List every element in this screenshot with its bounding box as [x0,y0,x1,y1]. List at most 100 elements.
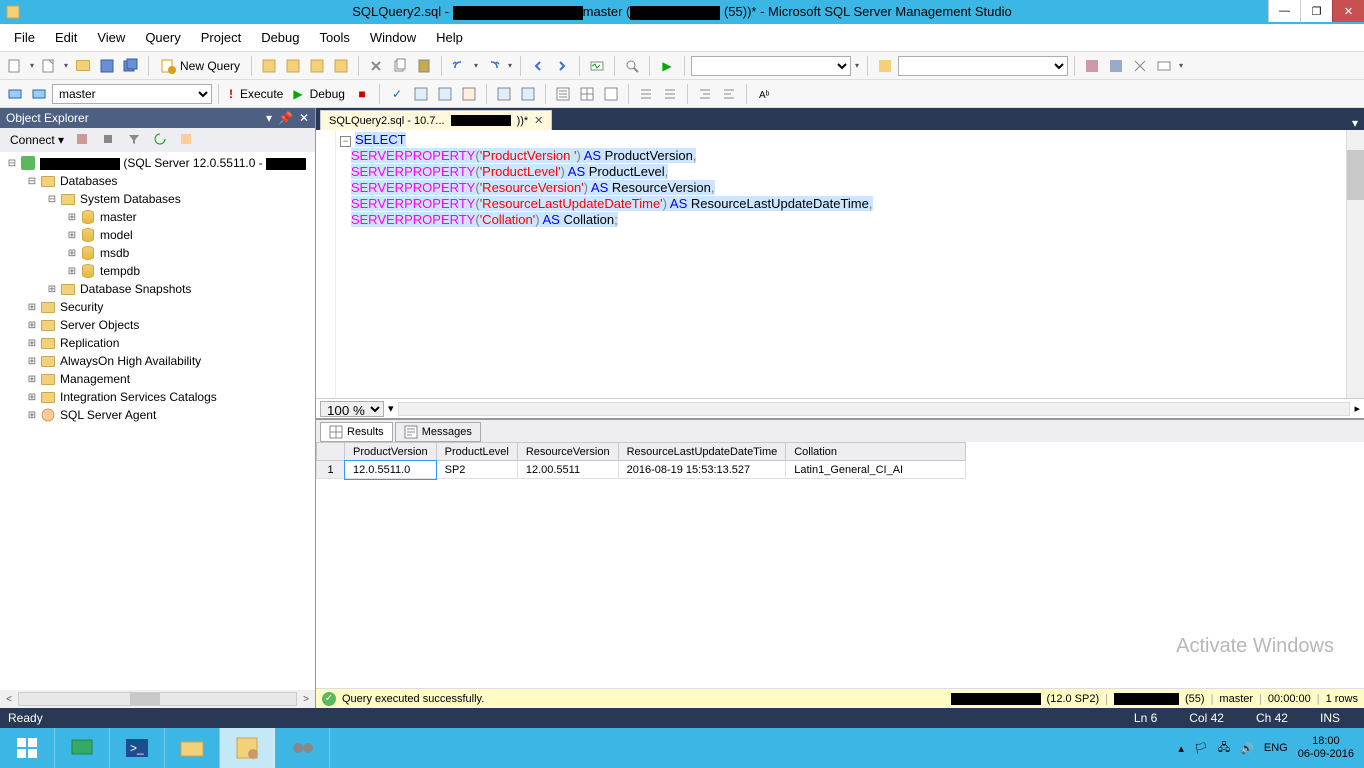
results-tab[interactable]: Results [320,422,393,442]
nav-back-icon[interactable] [527,55,549,77]
expand-icon[interactable]: ⊞ [24,302,40,313]
tray-up-icon[interactable]: ▴ [1178,742,1184,755]
horizontal-scrollbar[interactable]: <> [0,690,315,708]
actual-plan-icon[interactable] [493,83,515,105]
menu-view[interactable]: View [87,26,135,49]
intellisense-icon[interactable] [458,83,480,105]
agent-node[interactable]: SQL Server Agent [60,408,156,422]
zoom-combo[interactable]: 100 % [320,401,384,417]
menu-debug[interactable]: Debug [251,26,309,49]
script-icon[interactable] [176,129,198,151]
cell[interactable]: 12.0.5511.0 [345,461,437,479]
expand-icon[interactable]: ⊞ [24,392,40,403]
expand-icon[interactable]: ⊞ [24,410,40,421]
menu-query[interactable]: Query [135,26,190,49]
save-all-button[interactable] [120,55,142,77]
expand-icon[interactable]: ⊞ [24,320,40,331]
dropdown-icon[interactable]: ▾ [266,111,272,125]
server-node[interactable]: (SQL Server 12.0.5511.0 - [40,156,306,170]
databases-node[interactable]: Databases [60,174,117,188]
debug-button[interactable]: Debug [289,87,349,101]
network-icon[interactable]: 🖧 [1218,739,1230,758]
tab-dropdown-icon[interactable]: ▾ [1346,116,1364,130]
solution-config-combo[interactable] [691,56,851,76]
expand-icon[interactable]: ⊞ [64,230,80,241]
tab-close-icon[interactable]: ✕ [534,114,543,127]
outline-collapse-icon[interactable]: − [340,136,351,147]
stop-icon[interactable] [98,129,120,151]
cell[interactable]: SP2 [436,461,517,479]
server-manager-icon[interactable] [55,728,110,768]
expand-icon[interactable]: ⊞ [24,338,40,349]
parse-icon[interactable]: ✓ [386,83,408,105]
pin-icon[interactable]: 📌 [278,111,293,125]
col-productversion[interactable]: ProductVersion [345,443,437,461]
mdx-query-icon[interactable] [282,55,304,77]
dropdown-icon[interactable]: ▾ [1177,61,1185,70]
object-explorer-tree[interactable]: ⊟ (SQL Server 12.0.5511.0 - ⊟Databases ⊟… [0,152,315,690]
dropdown-icon[interactable]: ▾ [388,402,394,415]
nav-fwd-icon[interactable] [551,55,573,77]
expand-icon[interactable]: ⊞ [64,248,80,259]
horizontal-scrollbar[interactable] [398,402,1351,416]
indent-icon[interactable] [694,83,716,105]
tool-icon[interactable] [1105,55,1127,77]
expand-icon[interactable]: ⊞ [64,266,80,277]
dropdown-icon[interactable]: ▾ [62,61,70,70]
flag-icon[interactable]: 🏳 [1194,742,1208,755]
dropdown-icon[interactable]: ▾ [472,61,480,70]
database-combo[interactable]: master [52,84,212,104]
copy-icon[interactable] [389,55,411,77]
undo-icon[interactable] [448,55,470,77]
tool-icon[interactable] [1129,55,1151,77]
connect-button[interactable]: Connect ▾ [6,131,68,149]
snapshots-node[interactable]: Database Snapshots [80,282,191,296]
database-engine-query-icon[interactable] [258,55,280,77]
ssms-taskbar-icon[interactable] [220,728,275,768]
menu-window[interactable]: Window [360,26,426,49]
new-project-button[interactable] [4,55,26,77]
dropdown-icon[interactable]: ▾ [506,61,514,70]
specify-values-icon[interactable]: Aᵇ [753,83,775,105]
clock[interactable]: 18:0006-09-2016 [1298,735,1354,761]
server-objects-node[interactable]: Server Objects [60,318,139,332]
uncomment-icon[interactable] [659,83,681,105]
new-file-button[interactable] [38,55,60,77]
col-productlevel[interactable]: ProductLevel [436,443,517,461]
filter-icon[interactable] [124,129,146,151]
query-options-icon[interactable] [434,83,456,105]
menu-project[interactable]: Project [191,26,251,49]
system-databases-node[interactable]: System Databases [80,192,181,206]
minimize-button[interactable]: — [1268,0,1300,22]
close-button[interactable]: ✕ [1332,0,1364,22]
tool-icon[interactable] [1153,55,1175,77]
powershell-icon[interactable]: >_ [110,728,165,768]
alwayson-node[interactable]: AlwaysOn High Availability [60,354,201,368]
db-tempdb[interactable]: tempdb [100,264,140,278]
explorer-icon[interactable] [165,728,220,768]
xmla-query-icon[interactable] [330,55,352,77]
editor-tab[interactable]: SQLQuery2.sql - 10.7...))* ✕ [320,110,552,130]
cancel-query-icon[interactable]: ■ [351,83,373,105]
menu-help[interactable]: Help [426,26,473,49]
messages-tab[interactable]: Messages [395,422,481,442]
activity-monitor-icon[interactable] [586,55,608,77]
disconnect-icon[interactable] [72,129,94,151]
dmx-query-icon[interactable] [306,55,328,77]
cell[interactable]: Latin1_General_CI_AI [786,461,966,479]
security-node[interactable]: Security [60,300,103,314]
execute-button[interactable]: Execute [225,87,287,101]
client-stats-icon[interactable] [517,83,539,105]
language-indicator[interactable]: ENG [1264,742,1288,754]
save-button[interactable] [96,55,118,77]
paste-icon[interactable] [413,55,435,77]
dropdown-icon[interactable]: ▾ [853,61,861,70]
menu-edit[interactable]: Edit [45,26,87,49]
close-icon[interactable]: ✕ [299,111,309,125]
expand-icon[interactable]: ⊞ [24,356,40,367]
results-file-icon[interactable] [600,83,622,105]
col-resourcelastupdate[interactable]: ResourceLastUpdateDateTime [618,443,786,461]
find-combo[interactable] [898,56,1068,76]
find-icon[interactable] [621,55,643,77]
row-header[interactable] [317,443,345,461]
